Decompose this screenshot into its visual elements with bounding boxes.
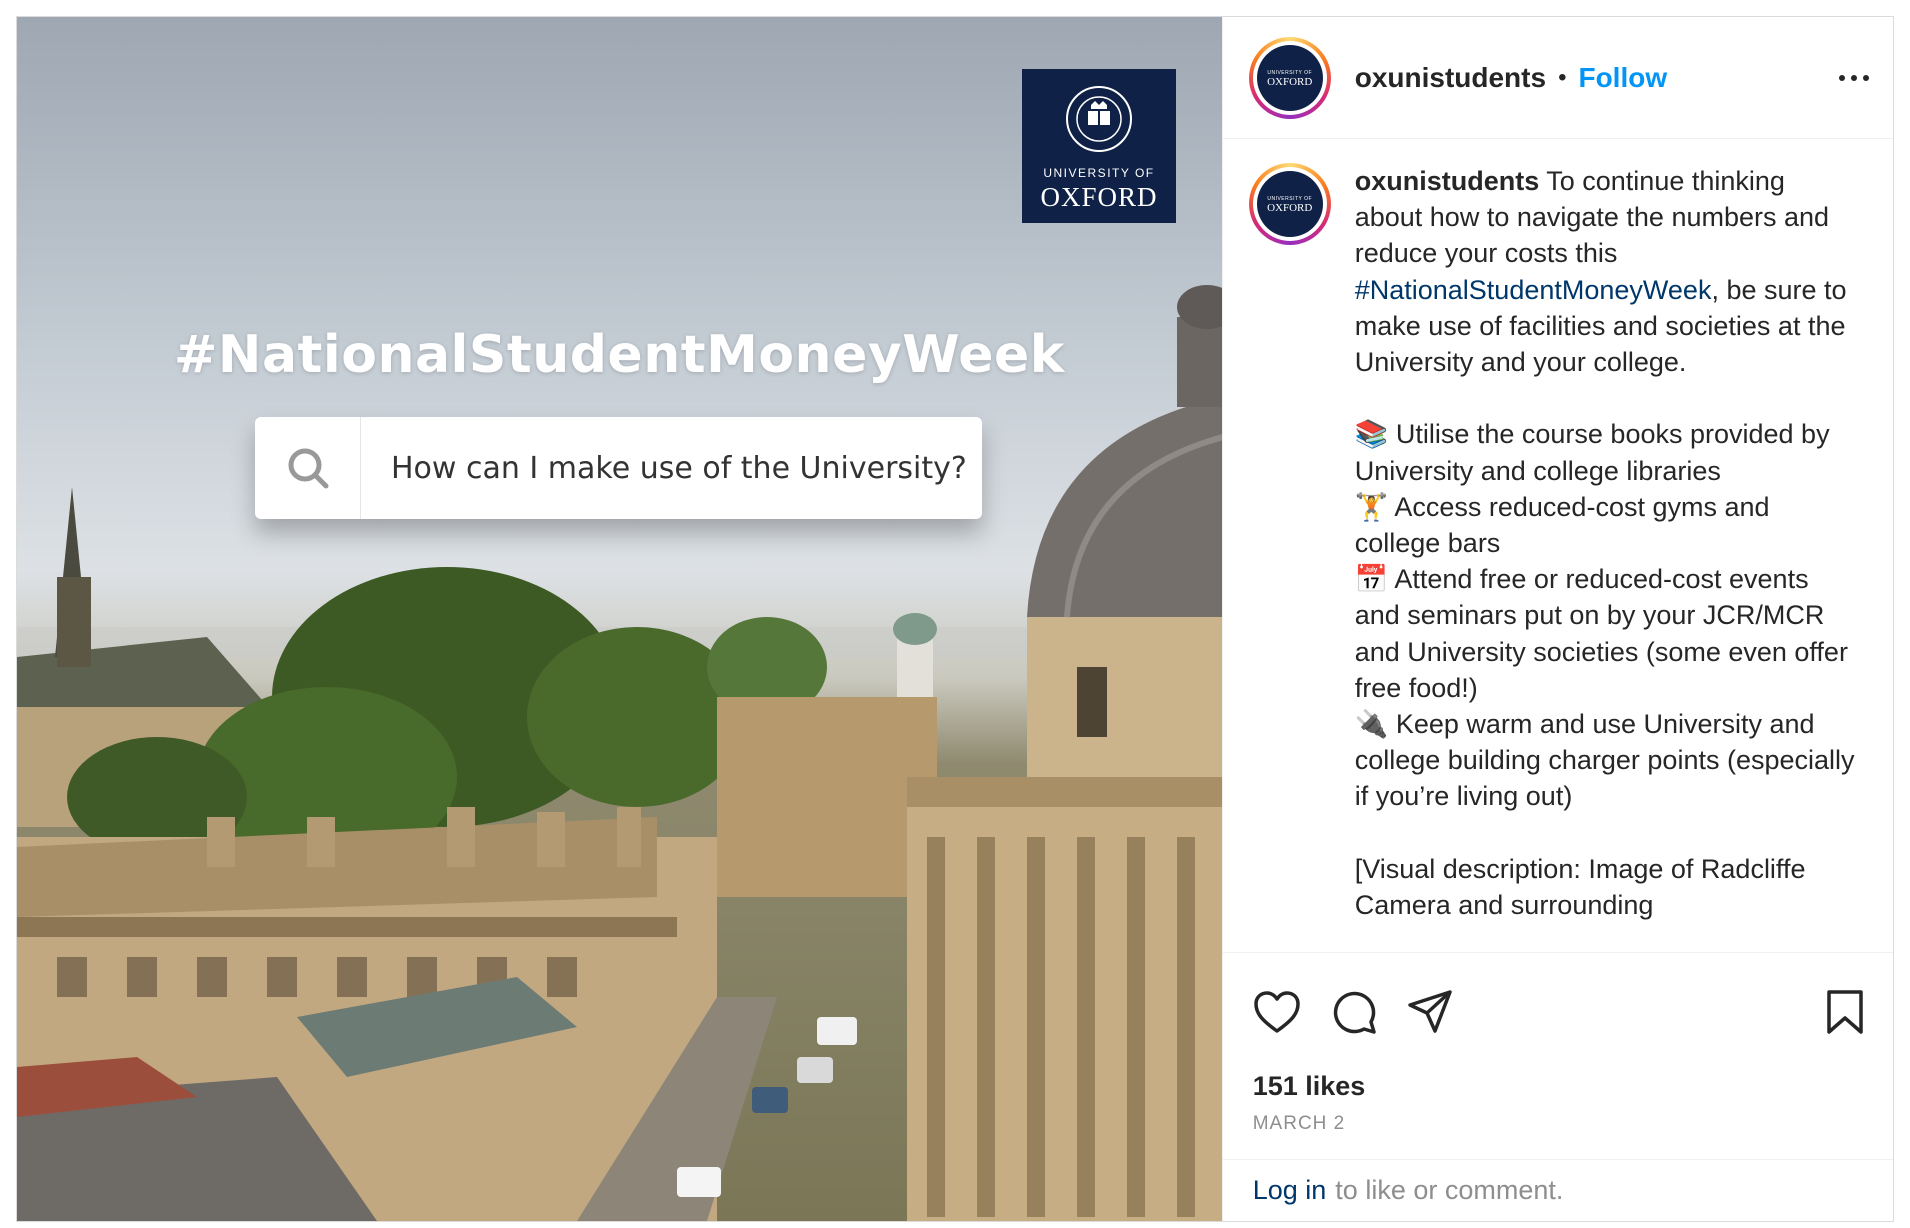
post-image[interactable]: UNIVERSITY OF OXFORD #NationalStudentMon… bbox=[17, 17, 1222, 1221]
bookmark-icon[interactable] bbox=[1825, 989, 1865, 1035]
more-options-icon[interactable] bbox=[1839, 74, 1869, 81]
instagram-post: UNIVERSITY OF OXFORD #NationalStudentMon… bbox=[16, 16, 1894, 1222]
caption-body-rest: , be sure to make use of facilities and … bbox=[1354, 274, 1855, 921]
caption-hashtag-link[interactable]: #NationalStudentMoneyWeek bbox=[1355, 275, 1712, 305]
avatar-text-line2: OXFORD bbox=[1267, 75, 1313, 88]
caption-username[interactable]: oxunistudents bbox=[1355, 166, 1540, 196]
separator-dot: • bbox=[1558, 63, 1567, 91]
login-link[interactable]: Log in bbox=[1253, 1175, 1327, 1206]
logo-university-of: UNIVERSITY OF bbox=[1043, 166, 1155, 180]
header-avatar[interactable]: UNIVERSITY OF OXFORD bbox=[1248, 36, 1331, 119]
image-search-graphic: How can I make use of the University? bbox=[255, 417, 982, 519]
oxford-crest-icon bbox=[1066, 86, 1132, 152]
post-header: UNIVERSITY OF OXFORD oxunistudents • Fol… bbox=[1222, 17, 1893, 139]
avatar-text-line2: OXFORD bbox=[1267, 202, 1313, 214]
login-prompt: Log in to like or comment. bbox=[1222, 1159, 1893, 1221]
login-prompt-text: to like or comment. bbox=[1335, 1175, 1564, 1205]
header-username[interactable]: oxunistudents bbox=[1355, 62, 1546, 94]
logo-oxford: OXFORD bbox=[1040, 182, 1158, 212]
image-hashtag-text: #NationalStudentMoneyWeek bbox=[173, 325, 1065, 385]
post-date[interactable]: MARCH 2 bbox=[1223, 1109, 1893, 1159]
follow-button[interactable]: Follow bbox=[1578, 62, 1667, 94]
image-search-text: How can I make use of the University? bbox=[391, 450, 967, 486]
paper-plane-icon[interactable] bbox=[1407, 989, 1453, 1035]
caption-area[interactable]: UNIVERSITY OF OXFORD oxunistudents To co… bbox=[1222, 139, 1893, 953]
action-bar bbox=[1223, 953, 1893, 1071]
caption-avatar[interactable]: UNIVERSITY OF OXFORD bbox=[1248, 163, 1331, 245]
likes-count[interactable]: 151 likes bbox=[1223, 1071, 1893, 1109]
caption-text: oxunistudents To continue thinking about… bbox=[1355, 163, 1855, 952]
search-icon bbox=[255, 417, 361, 519]
oxford-logo: UNIVERSITY OF OXFORD bbox=[1022, 69, 1176, 223]
heart-icon[interactable] bbox=[1253, 990, 1301, 1034]
post-side-panel: UNIVERSITY OF OXFORD oxunistudents • Fol… bbox=[1221, 17, 1893, 1221]
comment-icon[interactable] bbox=[1331, 989, 1377, 1035]
